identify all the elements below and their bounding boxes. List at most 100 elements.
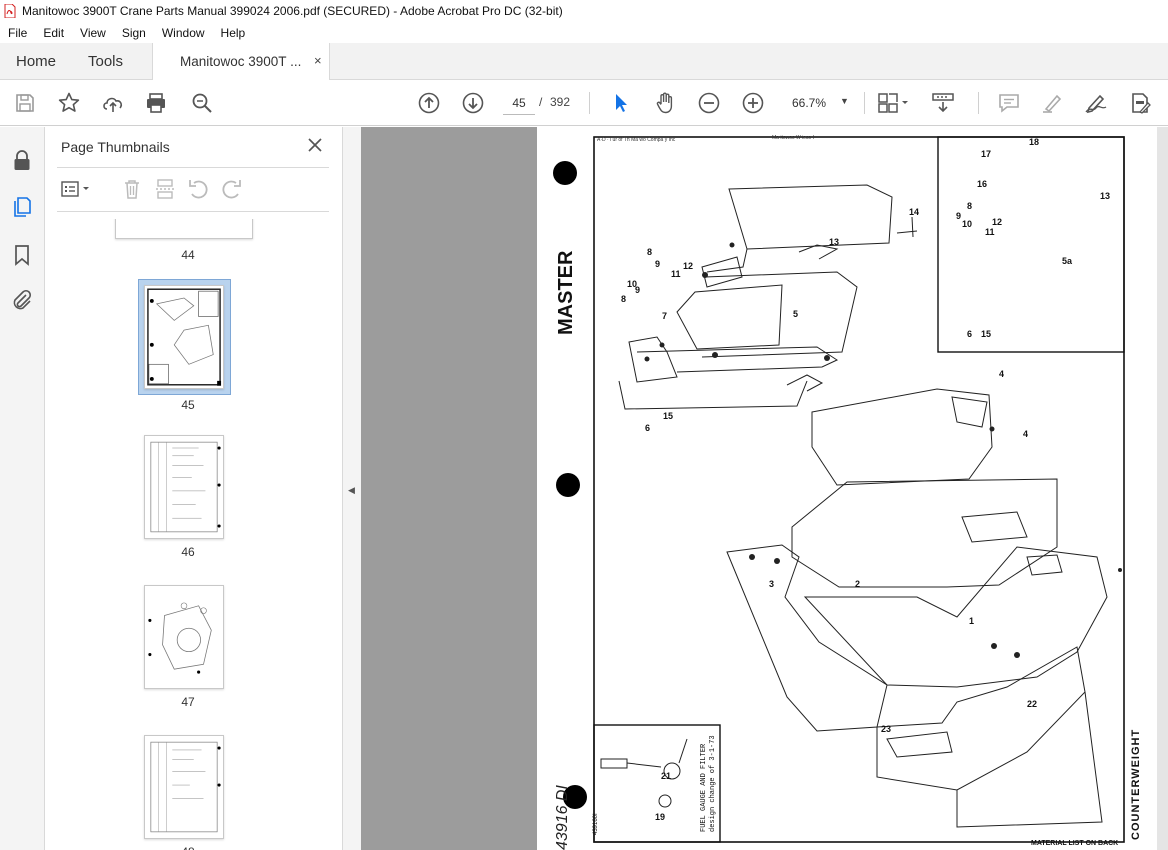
menu-sign[interactable]: Sign bbox=[114, 26, 154, 40]
page-fit-icon[interactable] bbox=[876, 91, 912, 115]
sign-icon[interactable] bbox=[1084, 91, 1108, 115]
document-scroll-edge[interactable] bbox=[1157, 127, 1168, 850]
callout: 8 bbox=[647, 247, 652, 257]
print-icon[interactable] bbox=[144, 91, 168, 115]
options-menu-icon[interactable] bbox=[60, 177, 96, 201]
select-arrow-icon[interactable] bbox=[609, 91, 633, 115]
page-thumbnails-panel: Page Thumbnails 44 45 46 47 bbox=[45, 127, 379, 850]
counterweight-title: COUNTERWEIGHT bbox=[1130, 729, 1142, 840]
page-up-icon[interactable] bbox=[417, 91, 441, 115]
menu-help[interactable]: Help bbox=[213, 26, 254, 40]
callout: 17 bbox=[981, 149, 991, 159]
callout: 5a bbox=[1062, 256, 1073, 266]
callout: 13 bbox=[829, 237, 839, 247]
page-number-input[interactable] bbox=[503, 91, 535, 115]
callout: 4 bbox=[999, 369, 1004, 379]
zoom-search-icon[interactable] bbox=[190, 91, 214, 115]
callout: 15 bbox=[663, 411, 673, 421]
header-right: Ma itowoc W ieco I bbox=[772, 135, 814, 141]
callout: 4 bbox=[1023, 429, 1028, 439]
tab-tools[interactable]: Tools bbox=[88, 53, 123, 70]
comment-icon[interactable] bbox=[997, 91, 1021, 115]
handwritten-code: 43916 DI bbox=[554, 785, 571, 850]
upload-icon[interactable] bbox=[101, 91, 125, 115]
scroll-mode-icon[interactable] bbox=[931, 91, 955, 115]
menu-view[interactable]: View bbox=[72, 26, 114, 40]
toolbar-divider bbox=[589, 92, 590, 114]
callout: 10 bbox=[962, 219, 972, 229]
header-left: A·D · l ur of Th Ma wo Compa y Inc bbox=[597, 137, 676, 143]
zoom-value: 66.7% bbox=[792, 96, 827, 110]
thumbnail-label: 48 bbox=[57, 845, 319, 850]
page-down-icon[interactable] bbox=[461, 91, 485, 115]
callout: 6 bbox=[967, 329, 972, 339]
callout: 5 bbox=[793, 309, 798, 319]
rotate-right-icon[interactable] bbox=[220, 177, 244, 201]
thumbnail-image bbox=[144, 735, 224, 839]
tab-document[interactable]: Manitowoc 3900T ... × bbox=[152, 43, 330, 80]
zoom-out-icon[interactable] bbox=[697, 91, 721, 115]
callout: 12 bbox=[992, 217, 1002, 227]
panel-title: Page Thumbnails bbox=[61, 139, 170, 155]
insert-icon[interactable] bbox=[153, 177, 177, 201]
callout: 11 bbox=[671, 269, 681, 279]
thumbnail-image bbox=[144, 435, 224, 539]
highlight-icon[interactable] bbox=[1040, 91, 1064, 115]
main-toolbar: / 392 66.7% ▼ bbox=[0, 80, 1168, 126]
callout: 15 bbox=[981, 329, 991, 339]
callout: 9 bbox=[956, 211, 961, 221]
tab-bar: Home Tools Manitowoc 3900T ... × bbox=[0, 43, 1168, 80]
document-tab-label: Manitowoc 3900T ... bbox=[180, 54, 302, 69]
document-view[interactable]: A·D · l ur of Th Ma wo Compa y Inc Ma it… bbox=[361, 127, 1168, 850]
callout: 1 bbox=[969, 616, 974, 626]
thumbnail-list: 44 45 46 47 bbox=[57, 219, 319, 850]
thumbnail-label: 46 bbox=[181, 545, 195, 559]
page-thumbnails-icon[interactable] bbox=[10, 195, 34, 219]
close-tab-icon[interactable]: × bbox=[314, 53, 322, 68]
inset-caption-line-2: design change of 3-1-73 bbox=[709, 735, 717, 832]
panel-collapse-handle[interactable]: ◀ bbox=[343, 127, 361, 850]
title-bar: Manitowoc 3900T Crane Parts Manual 39902… bbox=[0, 0, 1168, 22]
panel-divider bbox=[57, 167, 329, 168]
acrobat-pdf-icon bbox=[4, 4, 16, 18]
page-separator: / bbox=[539, 95, 543, 109]
save-icon[interactable] bbox=[13, 91, 37, 115]
thumbnail-label: 44 bbox=[181, 248, 195, 262]
star-icon[interactable] bbox=[57, 91, 81, 115]
hole-punch bbox=[556, 473, 580, 497]
redact-icon[interactable] bbox=[1128, 91, 1152, 115]
thumbnail-label: 47 bbox=[181, 695, 195, 709]
menu-bar: File Edit View Sign Window Help bbox=[0, 22, 1168, 43]
pdf-page: A·D · l ur of Th Ma wo Compa y Inc Ma it… bbox=[537, 127, 1157, 850]
material-list-note: MATERIAL LIST ON BACK bbox=[1031, 840, 1118, 847]
inset-caption-line-1: FUEL GAUGE AND FILTER bbox=[700, 743, 708, 832]
zoom-dropdown[interactable]: 66.7% ▼ bbox=[784, 91, 854, 115]
collapse-arrow-icon: ◀ bbox=[348, 485, 355, 495]
callout: 8 bbox=[621, 294, 626, 304]
callout: 19 bbox=[655, 812, 665, 822]
zoom-in-icon[interactable] bbox=[741, 91, 765, 115]
callout: 23 bbox=[881, 724, 891, 734]
callout: 8 bbox=[967, 201, 972, 211]
tab-home[interactable]: Home bbox=[16, 53, 56, 70]
toolbar-divider bbox=[978, 92, 979, 114]
callout: 18 bbox=[1029, 137, 1039, 147]
close-icon[interactable] bbox=[307, 137, 323, 153]
hand-icon[interactable] bbox=[653, 91, 677, 115]
rotate-left-icon[interactable] bbox=[186, 177, 210, 201]
menu-edit[interactable]: Edit bbox=[35, 26, 72, 40]
callout: 13 bbox=[1100, 191, 1110, 201]
attachment-icon[interactable] bbox=[10, 288, 34, 312]
thumbnail-image bbox=[144, 585, 224, 689]
master-stamp: MASTER bbox=[555, 250, 577, 335]
callout: 16 bbox=[977, 179, 987, 189]
menu-window[interactable]: Window bbox=[154, 26, 213, 40]
lock-icon[interactable] bbox=[10, 149, 34, 173]
bookmark-icon[interactable] bbox=[10, 243, 34, 267]
callout: 11 bbox=[985, 227, 995, 237]
delete-icon[interactable] bbox=[120, 177, 144, 201]
drawing-number: 439160I bbox=[593, 813, 599, 835]
callout: 6 bbox=[645, 423, 650, 433]
callout: 2 bbox=[855, 579, 860, 589]
menu-file[interactable]: File bbox=[0, 26, 35, 40]
